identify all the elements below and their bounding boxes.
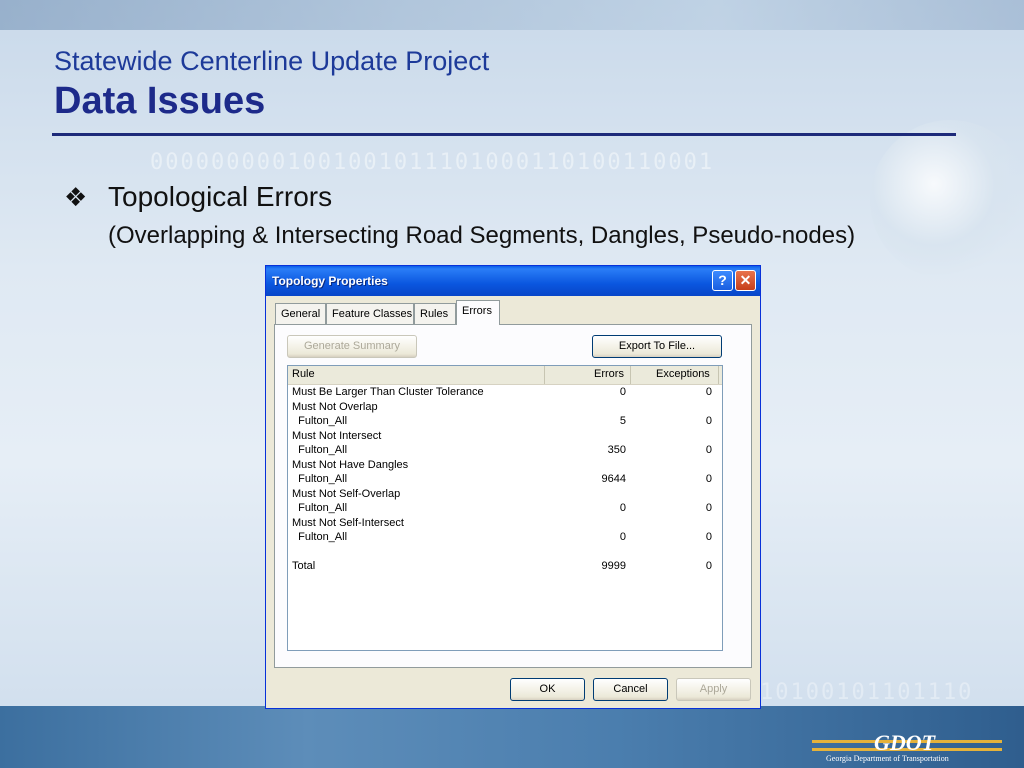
cell-errors: 0 xyxy=(619,531,626,543)
slide-title: Data Issues xyxy=(54,80,266,122)
table-row[interactable]: Fulton_All 0 0 xyxy=(288,531,722,545)
background-glow xyxy=(870,120,1024,280)
cell-rule: Must Not Overlap xyxy=(292,400,378,413)
cell-exceptions: 0 xyxy=(705,415,712,427)
tab-general[interactable]: General xyxy=(275,303,326,324)
generate-summary-button[interactable]: Generate Summary xyxy=(287,335,417,358)
errors-panel: Generate Summary Export To File... Rule … xyxy=(274,324,752,668)
table-row[interactable]: Total 9999 0 xyxy=(288,560,722,574)
dialog-title: Topology Properties xyxy=(272,274,388,288)
slide-subtitle: Statewide Centerline Update Project xyxy=(54,46,490,76)
table-row[interactable]: Must Not Have Dangles xyxy=(288,459,722,473)
cell-errors: 9644 xyxy=(601,473,626,485)
list-header: Rule Errors Exceptions xyxy=(288,366,722,385)
cell-rule: Must Not Self-Intersect xyxy=(292,516,404,529)
gdot-logo: GDOT Georgia Department of Transportatio… xyxy=(812,730,1002,764)
title-divider xyxy=(52,133,956,136)
bullet-text: Topological Errors xyxy=(108,181,333,212)
background-binary-pattern-bottom: 10100101101110 xyxy=(760,680,974,705)
bullet-subtext: (Overlapping & Intersecting Road Segment… xyxy=(108,222,856,249)
table-row[interactable]: Must Be Larger Than Cluster Tolerance 0 0 xyxy=(288,386,722,400)
table-row[interactable]: Fulton_All 9644 0 xyxy=(288,473,722,487)
cell-errors: 9999 xyxy=(601,560,626,572)
cell-rule: Fulton_All xyxy=(292,473,348,485)
cell-exceptions: 0 xyxy=(705,502,712,514)
column-divider xyxy=(544,366,545,384)
table-row[interactable]: Fulton_All 0 0 xyxy=(288,502,722,516)
gdot-logo-caption: Georgia Department of Transportation xyxy=(826,754,949,763)
cell-rule: Fulton_All xyxy=(292,531,348,543)
cell-rule: Fulton_All xyxy=(292,502,348,514)
table-row[interactable]: Fulton_All 5 0 xyxy=(288,415,722,429)
background-top-band xyxy=(0,0,1024,30)
topology-properties-dialog: Topology Properties ? ✕ General Feature … xyxy=(265,265,761,709)
column-header-errors[interactable]: Errors xyxy=(594,368,624,380)
cell-rule: Total xyxy=(292,560,316,572)
gdot-logo-text: GDOT xyxy=(874,730,936,755)
apply-button[interactable]: Apply xyxy=(676,678,751,701)
cell-exceptions: 0 xyxy=(705,473,712,485)
table-row[interactable] xyxy=(288,546,722,560)
help-icon[interactable]: ? xyxy=(712,270,733,291)
table-row[interactable]: Must Not Overlap xyxy=(288,401,722,415)
tab-rules[interactable]: Rules xyxy=(414,303,456,324)
column-header-exceptions[interactable]: Exceptions xyxy=(656,368,710,380)
cancel-button[interactable]: Cancel xyxy=(593,678,668,701)
table-row[interactable]: Must Not Self-Intersect xyxy=(288,517,722,531)
column-divider xyxy=(718,366,719,384)
cell-rule: Fulton_All xyxy=(292,415,348,427)
cell-errors: 0 xyxy=(619,386,626,398)
cell-rule: Must Not Self-Overlap xyxy=(292,487,401,500)
cell-errors: 0 xyxy=(619,502,626,514)
bullet-icon: ❖ xyxy=(64,183,88,213)
cell-exceptions: 0 xyxy=(705,560,712,572)
cell-exceptions: 0 xyxy=(705,444,712,456)
cell-rule: Must Not Intersect xyxy=(292,429,382,442)
table-row[interactable]: Fulton_All 350 0 xyxy=(288,444,722,458)
cell-exceptions: 0 xyxy=(705,386,712,398)
errors-list[interactable]: Rule Errors Exceptions Must Be Larger Th… xyxy=(287,365,723,651)
table-row[interactable]: Must Not Self-Overlap xyxy=(288,488,722,502)
ok-button[interactable]: OK xyxy=(510,678,585,701)
cell-rule: Fulton_All xyxy=(292,444,348,456)
cell-errors: 350 xyxy=(607,444,626,456)
cell-rule: Must Be Larger Than Cluster Tolerance xyxy=(292,386,484,398)
cell-rule: Must Not Have Dangles xyxy=(292,458,409,471)
table-row[interactable]: Must Not Intersect xyxy=(288,430,722,444)
background-binary-pattern: 0000000001001001011101000110100110001 xyxy=(150,150,715,175)
tab-errors[interactable]: Errors xyxy=(456,300,500,325)
tab-feature-classes[interactable]: Feature Classes xyxy=(326,303,414,324)
column-divider xyxy=(630,366,631,384)
cell-errors: 5 xyxy=(619,415,626,427)
column-header-rule[interactable]: Rule xyxy=(292,368,315,380)
export-to-file-button[interactable]: Export To File... xyxy=(592,335,722,358)
cell-exceptions: 0 xyxy=(705,531,712,543)
close-icon[interactable]: ✕ xyxy=(735,270,756,291)
dialog-titlebar[interactable]: Topology Properties ? ✕ xyxy=(266,266,760,296)
